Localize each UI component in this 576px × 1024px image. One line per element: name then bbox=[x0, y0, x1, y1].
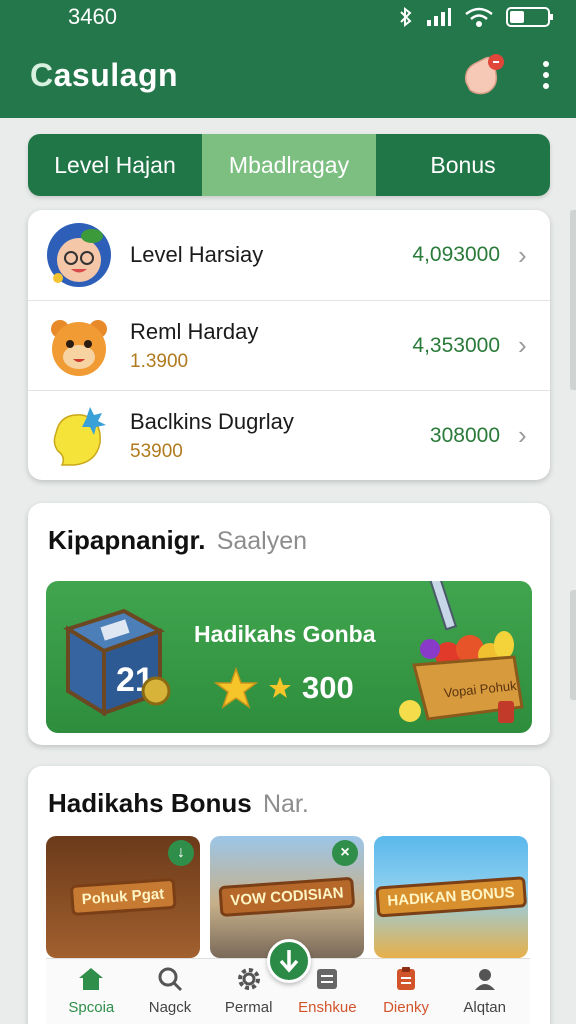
profile-icon bbox=[471, 965, 499, 993]
arrow-down-icon bbox=[279, 950, 299, 973]
avatar bbox=[46, 313, 112, 379]
gear-icon bbox=[235, 965, 263, 993]
app-bar: Casulagn bbox=[0, 40, 576, 110]
player-score: 4,093000 bbox=[412, 243, 500, 266]
leaderboard-row[interactable]: Baclkins Dugrlay 53900 308000 › bbox=[28, 390, 550, 480]
close-icon[interactable]: × bbox=[332, 840, 358, 866]
treasure-box-icon: 21 bbox=[63, 608, 171, 717]
bluetooth-icon bbox=[400, 7, 412, 27]
search-icon bbox=[156, 965, 184, 993]
player-name: Baclkins Dugrlay bbox=[130, 408, 294, 434]
status-time: 3460 bbox=[68, 4, 117, 29]
home-icon bbox=[77, 965, 105, 993]
leaderboard-row[interactable]: Reml Harday 1.3900 4,353000 › bbox=[28, 300, 550, 390]
more-menu-icon[interactable] bbox=[540, 61, 552, 89]
nav-item[interactable]: Alqtan bbox=[445, 965, 524, 1024]
nav-item[interactable]: Dienky bbox=[367, 965, 446, 1024]
status-icons bbox=[398, 6, 554, 28]
list-icon bbox=[313, 965, 341, 993]
leaderboard-card: Level Harsiay 4,093000 › Reml Harday 1.3… bbox=[28, 210, 550, 480]
top-app-bar: 3460 Casulagn bbox=[0, 0, 576, 118]
avatar bbox=[46, 222, 112, 288]
tab-bar: Level Hajan Mbadlragay Bonus bbox=[28, 134, 550, 196]
scroll-edge[interactable] bbox=[570, 210, 576, 390]
player-subscore: 53900 bbox=[130, 440, 183, 462]
download-icon[interactable]: ↓ bbox=[168, 840, 194, 866]
clipboard-icon bbox=[392, 965, 420, 993]
chevron-right-icon: › bbox=[518, 239, 527, 270]
fruit-crate-icon: Vopai Pohuk bbox=[399, 581, 524, 723]
notification-button[interactable] bbox=[460, 52, 506, 98]
player-score: 308000 bbox=[429, 423, 500, 447]
player-subscore: 1.3900 bbox=[130, 350, 189, 372]
app-title: Casulagn bbox=[30, 56, 179, 93]
banner-amount: 300 bbox=[214, 667, 354, 709]
bonus-section-title: Hadikahs Bonus Nar. bbox=[48, 788, 309, 818]
star-small-icon bbox=[269, 677, 291, 698]
chevron-right-icon: › bbox=[518, 330, 527, 360]
bonus-banner[interactable]: 21 Hadikahs Gonba 300 Vopai Pohuk bbox=[46, 581, 532, 733]
scroll-edge[interactable] bbox=[570, 590, 576, 700]
battery-icon bbox=[506, 7, 553, 27]
download-fab[interactable] bbox=[267, 939, 311, 983]
hand-icon bbox=[464, 54, 504, 95]
star-icon bbox=[214, 667, 258, 709]
nav-item[interactable]: Nagck bbox=[131, 965, 210, 1024]
tab-bonus[interactable]: Bonus bbox=[376, 134, 550, 196]
avatar bbox=[46, 403, 112, 469]
tile-label: HADIKAN BONUS bbox=[375, 876, 527, 918]
wifi-icon bbox=[465, 7, 493, 27]
leaderboard-row[interactable]: Level Harsiay 4,093000 › bbox=[28, 210, 550, 300]
player-name: Level Harsiay bbox=[130, 242, 264, 267]
chevron-right-icon: › bbox=[518, 420, 527, 450]
nav-item[interactable]: Spcoia bbox=[52, 965, 131, 1024]
banner-title: Hadikahs Gonba bbox=[194, 621, 376, 647]
player-name: Reml Harday bbox=[130, 318, 259, 344]
promo-title: Kipapnanigr. Saalyen bbox=[48, 525, 308, 555]
player-score: 4,353000 bbox=[412, 333, 500, 357]
tile-label: VOW CODISIAN bbox=[218, 876, 356, 918]
promo-card: Kipapnanigr. Saalyen 21 Hadikahs Gonba 3… bbox=[28, 503, 550, 745]
tab-level[interactable]: Level Hajan bbox=[28, 134, 202, 196]
tile-label: Pohuk Pgat bbox=[69, 877, 177, 917]
signal-icon bbox=[427, 8, 451, 26]
bonus-tile[interactable]: Pohuk Pgat ↓ bbox=[46, 836, 200, 958]
tab-mbadlragay[interactable]: Mbadlragay bbox=[202, 134, 376, 196]
bonus-tile[interactable]: HADIKAN BONUS bbox=[374, 836, 528, 958]
status-bar: 3460 bbox=[0, 0, 576, 34]
